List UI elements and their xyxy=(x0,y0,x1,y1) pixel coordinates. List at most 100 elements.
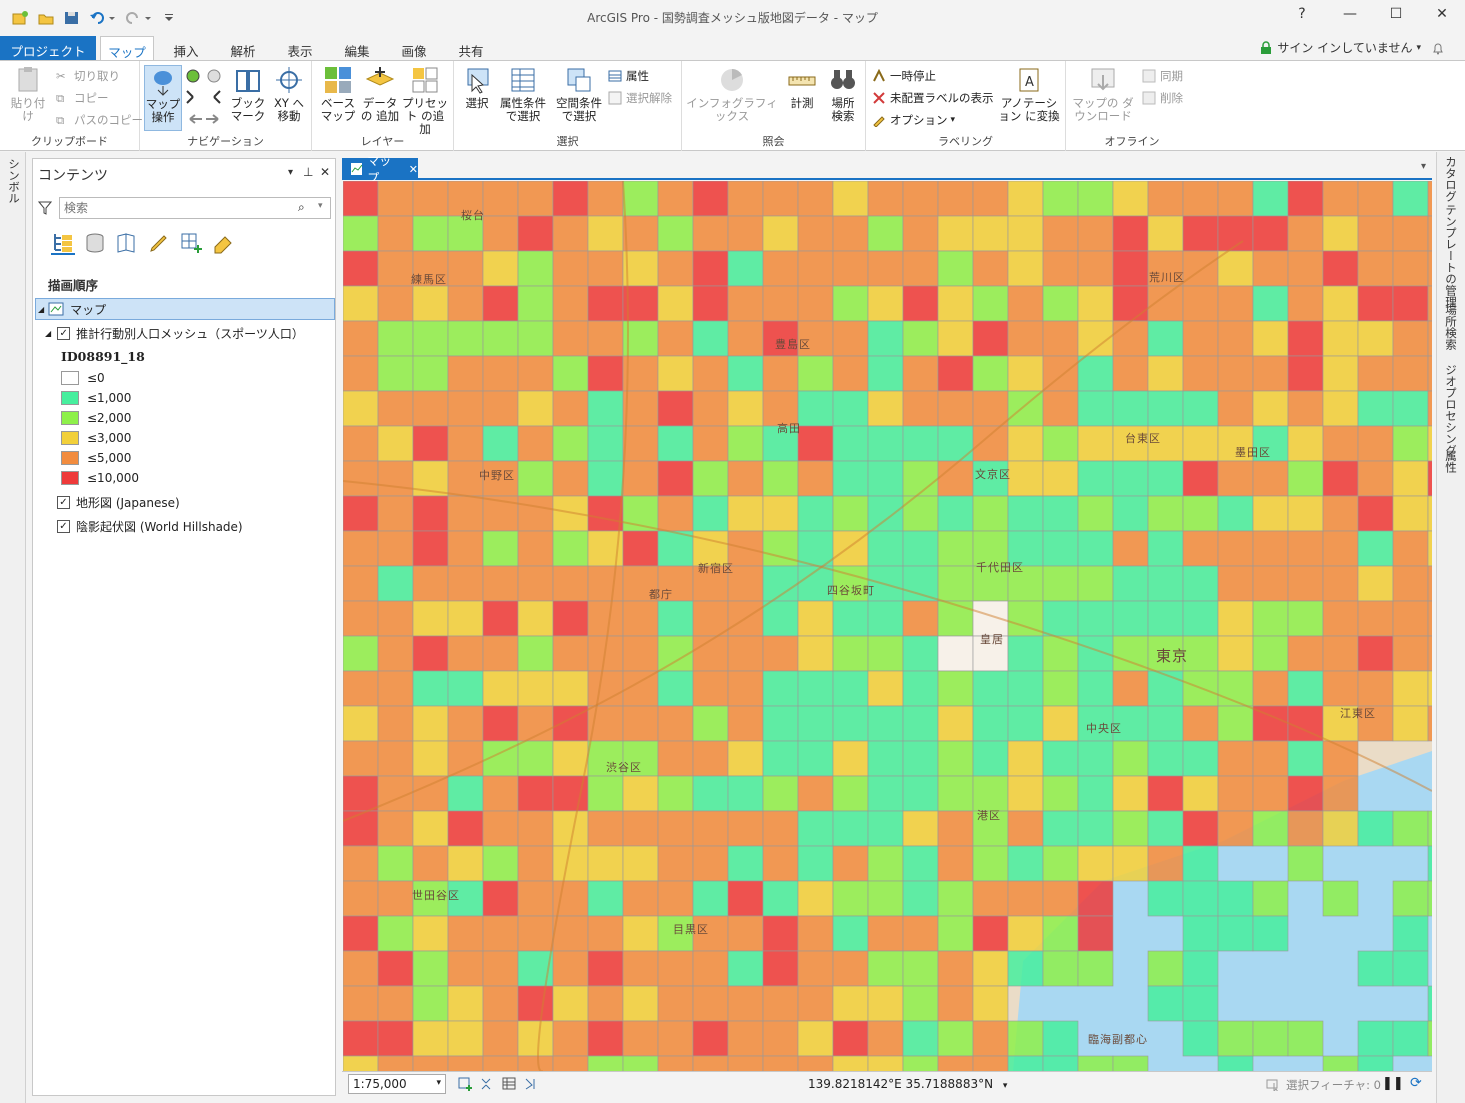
mesh-cell xyxy=(447,705,484,742)
drawing-order-icon[interactable] xyxy=(51,231,75,255)
mesh-cell xyxy=(1217,250,1254,287)
tab-imagery[interactable]: 画像 xyxy=(388,36,440,60)
add-preset-button[interactable]: プリセット の追加 xyxy=(402,65,448,136)
drawing-order-heading: 描画順序 xyxy=(48,278,99,293)
add-data-button[interactable]: データの 追加 xyxy=(360,65,400,123)
layer-visibility-checkbox[interactable]: ✓ xyxy=(57,495,70,509)
cut-button[interactable]: ✂ 切り取り xyxy=(56,67,120,85)
pause-labeling-button[interactable]: 一時停止 xyxy=(872,67,936,85)
place-label: 文京区 xyxy=(975,467,1011,481)
explore-button[interactable]: マップ操作 xyxy=(144,65,182,131)
snapping-toggle-icon[interactable] xyxy=(458,1077,474,1094)
dock-tab-attributes[interactable]: 属性 xyxy=(1443,450,1459,473)
place-label: 渋谷区 xyxy=(606,761,642,774)
layer-visibility-checkbox[interactable]: ✓ xyxy=(57,326,71,340)
layer-population-mesh[interactable]: ◢ ✓ 推計行動別人口メッシュ（スポーツ人口） xyxy=(45,322,304,344)
mesh-cell xyxy=(1252,320,1289,357)
sign-in-status[interactable]: サイン インしていません ▾ xyxy=(1260,39,1445,56)
legend-item[interactable]: ≤0 xyxy=(61,367,105,389)
data-source-icon[interactable] xyxy=(83,231,107,255)
dock-tab-locate[interactable]: 場所検索 xyxy=(1443,304,1459,350)
legend-item[interactable]: ≤1,000 xyxy=(61,387,131,409)
legend-item[interactable]: ≤5,000 xyxy=(61,447,131,469)
collapse-icon[interactable]: ◢ xyxy=(38,305,44,314)
pin-icon[interactable]: ⊥ xyxy=(303,165,313,179)
scale-selector[interactable]: 1:75,000 ▾ xyxy=(348,1074,446,1094)
tab-project[interactable]: プロジェクト xyxy=(0,36,96,60)
close-tab-icon[interactable]: ✕ xyxy=(409,163,418,176)
download-map-button[interactable]: マップの ダウンロード xyxy=(1070,65,1136,123)
group-label-navigation: ナビゲーション xyxy=(187,135,264,148)
attributes-button[interactable]: 属性 xyxy=(608,67,649,85)
convert-annotation-button[interactable]: A アノテーション に変換 xyxy=(996,65,1062,123)
sync-button[interactable]: 同期 xyxy=(1142,67,1183,85)
tab-view[interactable]: 表示 xyxy=(274,36,326,60)
measure-button[interactable]: 計測 xyxy=(782,65,822,110)
snapping-icon[interactable] xyxy=(179,231,203,255)
map-view-tab[interactable]: マップ ✕ xyxy=(342,154,418,185)
pane-options-icon[interactable]: ▾ xyxy=(288,167,293,178)
close-pane-icon[interactable]: ✕ xyxy=(320,165,330,179)
remove-button[interactable]: 削除 xyxy=(1142,89,1183,107)
tab-share[interactable]: 共有 xyxy=(445,36,497,60)
tab-map[interactable]: マップ xyxy=(100,36,154,61)
copy-button[interactable]: ⧉ コピー xyxy=(56,89,109,107)
tab-analysis[interactable]: 解析 xyxy=(217,36,269,60)
select-by-location-button[interactable]: 空間条件 で選択 xyxy=(552,65,606,123)
minimize-button[interactable]: — xyxy=(1340,6,1360,26)
goto-xy-button[interactable]: XY へ移動 xyxy=(270,65,308,123)
layer-topographic[interactable]: ✓ 地形図 (Japanese) xyxy=(57,491,180,513)
label-options-button[interactable]: オプション ▾ xyxy=(872,111,955,129)
refresh-icon[interactable]: ⟳ xyxy=(1410,1075,1422,1091)
mesh-cell xyxy=(797,670,834,707)
legend-item[interactable]: ≤2,000 xyxy=(61,407,131,429)
dock-tab-geoprocessing[interactable]: ジオプロセシング xyxy=(1443,364,1459,456)
locate-button[interactable]: 場所 検索 xyxy=(824,65,862,123)
legend-item[interactable]: ≤10,000 xyxy=(61,467,139,489)
infographics-button[interactable]: インフォグラフィックス xyxy=(686,65,778,123)
dock-tab-manage-templates[interactable]: テンプレートの管理 xyxy=(1443,204,1459,308)
copy-path-button[interactable]: ⧉ パスのコピー xyxy=(56,111,143,129)
mesh-cell xyxy=(1182,635,1219,672)
collapse-icon[interactable]: ◢ xyxy=(45,329,51,338)
contents-search[interactable]: ⌕ ▾ xyxy=(59,197,331,219)
map-canvas[interactable]: 桜台 練馬区 荒川区 豊島区 高田 台東区 墨田区 中野区 文京区 新宿区 千代田区 都庁 四谷坂町 皇居… xyxy=(343,181,1432,1071)
close-button[interactable]: ✕ xyxy=(1432,6,1452,26)
chevron-down-icon[interactable]: ▾ xyxy=(318,201,323,211)
basemap-button[interactable]: ベース マップ xyxy=(318,65,358,123)
layer-hillshade[interactable]: ✓ 陰影起伏図 (World Hillshade) xyxy=(57,515,243,537)
mesh-cell xyxy=(412,530,449,567)
tab-list-icon[interactable]: ▾ xyxy=(1421,161,1426,172)
paste-button[interactable]: 貼り付け xyxy=(6,65,50,123)
filter-icon[interactable] xyxy=(38,201,52,215)
unplaced-labels-button[interactable]: 未配置ラベルの表示 xyxy=(872,89,994,107)
mesh-cell xyxy=(343,460,379,497)
dock-tab-catalog[interactable]: カタログ xyxy=(1443,156,1459,202)
editing-icon[interactable] xyxy=(147,231,171,255)
bookmark-icon xyxy=(233,65,263,95)
search-icon[interactable]: ⌕ xyxy=(298,200,305,215)
mesh-cell xyxy=(412,495,449,532)
select-button[interactable]: 選択 xyxy=(460,65,494,110)
mesh-cell xyxy=(447,355,484,392)
map-item[interactable]: ◢ マップ xyxy=(35,298,335,320)
search-input[interactable] xyxy=(60,198,290,218)
table-toggle-icon[interactable] xyxy=(502,1077,518,1094)
clear-selection-button[interactable]: 選択解除 xyxy=(608,89,672,107)
help-button[interactable]: ? xyxy=(1292,6,1312,26)
grid-toggle-icon[interactable] xyxy=(480,1077,496,1094)
correction-toggle-icon[interactable] xyxy=(524,1077,540,1094)
tab-edit[interactable]: 編集 xyxy=(331,36,383,60)
selection-list-icon[interactable] xyxy=(115,231,139,255)
select-by-attributes-button[interactable]: 属性条件 で選択 xyxy=(496,65,550,123)
bookmarks-button[interactable]: ブック マーク xyxy=(228,65,268,123)
tab-insert[interactable]: 挿入 xyxy=(160,36,212,60)
layer-visibility-checkbox[interactable]: ✓ xyxy=(57,519,70,533)
maximize-button[interactable]: ☐ xyxy=(1386,6,1406,26)
coordinate-readout[interactable]: 139.8218142°E 35.7188883°N ▾ xyxy=(808,1077,1007,1091)
notification-bell-icon[interactable] xyxy=(1431,41,1445,55)
legend-item[interactable]: ≤3,000 xyxy=(61,427,131,449)
symbology-dock-tab[interactable]: シンボル xyxy=(6,158,22,204)
pause-drawing-icon[interactable]: ❚❚ xyxy=(1382,1076,1404,1091)
labeling-icon[interactable] xyxy=(211,231,235,255)
